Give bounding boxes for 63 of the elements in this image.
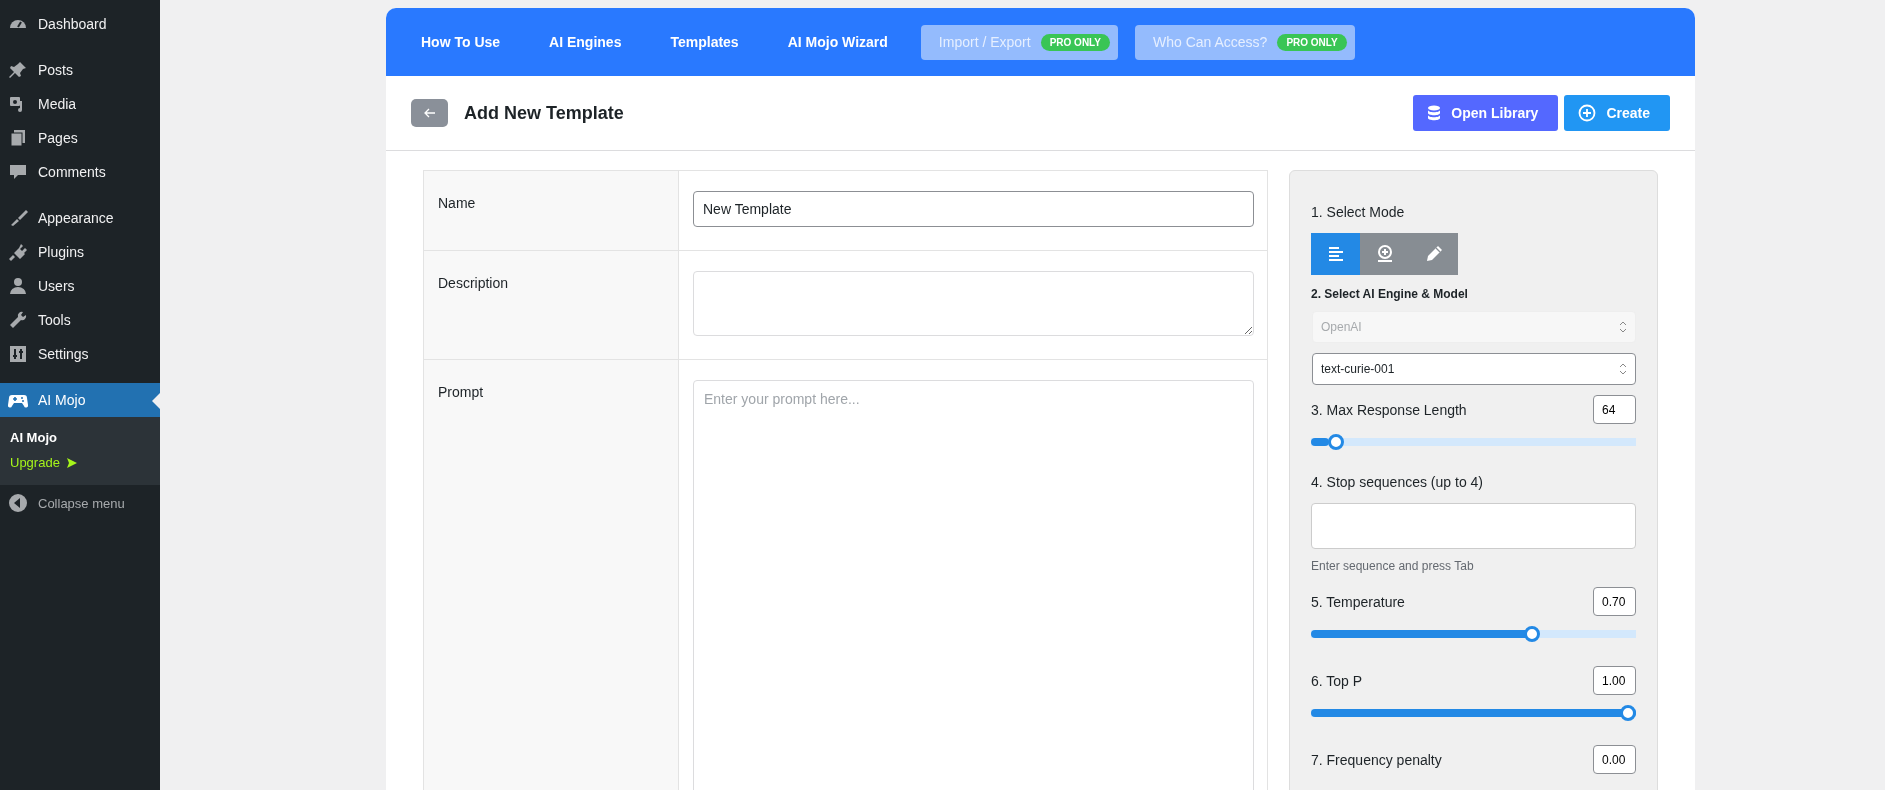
chevron-icon (1619, 321, 1627, 333)
collapse-icon (8, 493, 28, 513)
number-input[interactable]: 1.00 (1593, 666, 1636, 695)
slider-thumb[interactable] (1328, 434, 1344, 450)
pin-icon (8, 60, 28, 80)
chevron-icon (1619, 363, 1627, 375)
number-input[interactable]: 0.70 (1593, 587, 1636, 616)
setting-label: 5. Temperature (1311, 593, 1405, 610)
collapse-menu-button[interactable]: Collapse menu (0, 485, 160, 521)
mode-button[interactable] (1409, 233, 1458, 275)
setting-label: 3. Max Response Length (1311, 401, 1467, 418)
prompt-field[interactable]: Enter your prompt here... (693, 380, 1254, 790)
wrench-icon (8, 310, 28, 330)
sliders-icon (8, 344, 28, 364)
mode-button[interactable] (1360, 233, 1409, 275)
sidebar-item[interactable]: Pages (0, 121, 160, 155)
sidebar-item[interactable]: Comments (0, 155, 160, 189)
hint-text: Enter sequence and press Tab (1311, 559, 1475, 573)
arrow-icon (65, 456, 78, 469)
field-label: Description (438, 275, 510, 291)
nav-tab[interactable]: How To Use (405, 24, 517, 60)
sidebar-item[interactable]: Settings (0, 337, 160, 371)
field-label: Prompt (438, 384, 485, 400)
select-field[interactable]: text-curie-001 (1312, 353, 1636, 385)
number-input[interactable]: 0.00 (1593, 745, 1636, 774)
sidebar-item[interactable]: Appearance (0, 201, 160, 235)
setting-label: 1. Select Mode (1311, 204, 1406, 220)
user-icon (8, 276, 28, 296)
tag-input-field[interactable] (1311, 503, 1636, 549)
nav-tab[interactable]: AI Engines (533, 24, 638, 60)
pro-badge: PRO ONLY (1277, 33, 1347, 51)
plus-circle-icon (1578, 104, 1597, 122)
back-button[interactable] (411, 99, 448, 127)
pro-badge: PRO ONLY (1040, 33, 1110, 51)
open-library-button[interactable]: Open Library (1413, 95, 1559, 131)
setting-label: 7. Frequency penalty (1311, 751, 1442, 768)
pages-icon (8, 128, 28, 148)
plug-icon (8, 242, 28, 262)
sidebar-item[interactable]: Plugins (0, 235, 160, 269)
sidebar-item[interactable]: Media (0, 87, 160, 121)
sidebar-item[interactable]: AI Mojo (0, 383, 160, 417)
submenu-item[interactable]: Upgrade (0, 450, 160, 475)
mode-button[interactable] (1311, 233, 1360, 275)
field-label: Name (438, 195, 477, 211)
number-input[interactable]: 64 (1593, 395, 1636, 424)
setting-label: 6. Top P (1311, 672, 1363, 689)
sidebar-item[interactable]: Dashboard (0, 7, 160, 41)
slider-thumb[interactable] (1524, 626, 1541, 642)
page-title: Add New Template (464, 102, 625, 124)
sidebar-item[interactable]: Users (0, 269, 160, 303)
name-input[interactable]: New Template (693, 191, 1254, 227)
sidebar-item[interactable]: Tools (0, 303, 160, 337)
nav-tab[interactable]: Templates (654, 24, 755, 60)
sidebar-item[interactable]: Posts (0, 53, 160, 87)
arrow-left-icon (423, 108, 436, 118)
slider-thumb[interactable] (1620, 705, 1636, 721)
speech-bubble-icon (8, 162, 28, 182)
nav-tab[interactable]: AI Mojo Wizard (771, 24, 904, 60)
setting-label: 4. Stop sequences (up to 4) (1311, 474, 1484, 490)
description-field[interactable] (693, 271, 1254, 336)
submenu-item[interactable]: AI Mojo (0, 425, 160, 450)
database-icon (1427, 105, 1442, 121)
setting-label: 2. Select AI Engine & Model (1311, 287, 1469, 301)
